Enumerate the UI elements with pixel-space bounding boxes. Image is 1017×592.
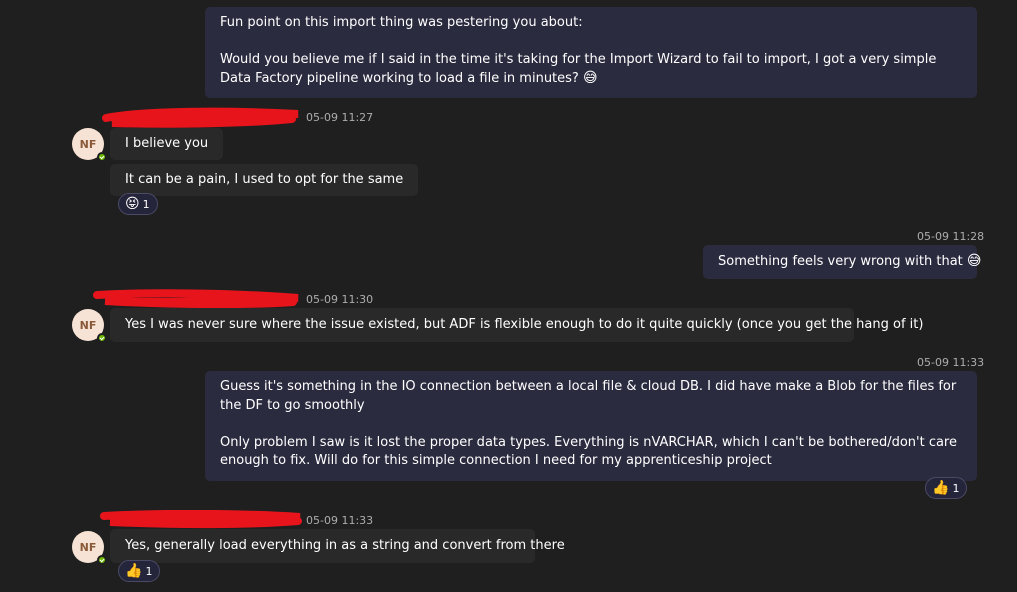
message-timestamp: 05-09 11:30 [306,293,374,306]
message-bubble-own[interactable]: Something feels very wrong with that 😅 [703,245,982,279]
message-text: Yes, generally load everything in as a s… [125,538,565,553]
reaction-count: 1 [145,564,153,578]
thumbs-up-emoji: 👍 [932,480,950,496]
cut-off-timestamp [916,0,920,5]
message-text: Would you believe me if I said in the ti… [220,52,937,86]
message-text: Yes I was never sure where the issue exi… [125,317,924,332]
reaction-pill[interactable]: 👍 1 [925,477,968,499]
message-bubble[interactable]: Yes I was never sure where the issue exi… [110,308,923,342]
message-timestamp: 05-09 11:27 [306,111,374,124]
presence-available-icon [97,152,107,162]
message-bubble-own[interactable]: Guess it's something in the IO connectio… [205,371,977,481]
presence-available-icon [97,333,107,343]
reaction-count: 1 [952,481,960,495]
presence-available-icon [97,555,107,565]
message-text: Fun point on this import thing was peste… [220,15,583,30]
message-text: Something feels very wrong with that 😅 [718,253,982,269]
reaction-pill[interactable]: 😝 1 [118,193,158,215]
redacted-sender-name [93,289,299,309]
message-timestamp: 05-09 11:28 [917,230,985,243]
tongue-out-emoji: 😝 [125,196,140,212]
message-bubble[interactable]: It can be a pain, I used to opt for the … [110,164,419,196]
avatar[interactable]: NF [72,128,107,162]
message-timestamp: 05-09 11:33 [917,356,985,369]
avatar-initials: NF [79,137,97,151]
message-text: Guess it's something in the IO connectio… [220,379,957,413]
avatar[interactable]: NF [72,531,107,565]
message-bubble[interactable]: I believe you [110,128,224,160]
message-text: Only problem I saw is it lost the proper… [220,434,957,469]
redacted-sender-name [102,107,299,128]
reaction-count: 1 [142,197,150,211]
message-timestamp: 05-09 11:33 [306,514,374,527]
reaction-pill[interactable]: 👍 1 [118,560,161,582]
message-bubble[interactable]: Yes, generally load everything in as a s… [110,529,565,563]
message-text: It can be a pain, I used to opt for the … [125,172,404,187]
thumbs-up-emoji: 👍 [125,563,143,579]
avatar[interactable]: NF [72,309,107,343]
grinning-sweat-emoji: 😅 [966,253,982,269]
avatar-initials: NF [79,540,97,554]
avatar-initials: NF [79,318,97,332]
message-text: I believe you [125,136,209,151]
redacted-sender-name [100,510,302,529]
grinning-sweat-emoji: 😅 [582,69,598,86]
message-bubble-own[interactable]: Fun point on this import thing was peste… [205,7,977,98]
